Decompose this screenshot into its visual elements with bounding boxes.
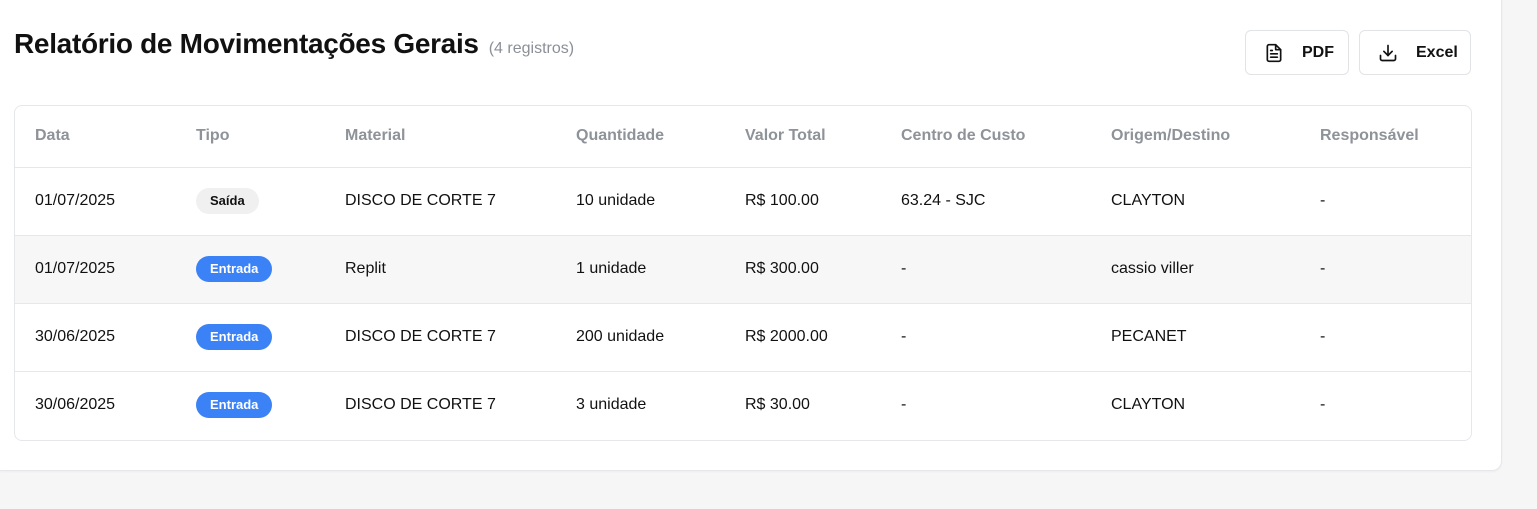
cell-origem-destino: CLAYTON [1091, 167, 1300, 236]
export-pdf-button[interactable]: PDF [1245, 30, 1349, 75]
cell-tipo: Entrada [176, 371, 325, 439]
cell-material: DISCO DE CORTE 7 [345, 396, 496, 414]
table-row[interactable]: 01/07/2025 Entrada Replit 1 unidade R$ 3… [15, 235, 1471, 304]
cell-centro-de-custo: - [901, 396, 907, 414]
column-header-quantidade[interactable]: Quantidade [556, 106, 725, 168]
export-pdf-label: PDF [1302, 43, 1334, 61]
cell-quantidade: 10 unidade [556, 167, 725, 236]
cell-valor-total: R$ 30.00 [745, 396, 810, 414]
cell-material: DISCO DE CORTE 7 [325, 303, 556, 372]
cell-valor-total: R$ 100.00 [725, 167, 881, 236]
page-title: Relatório de Movimentações Gerais [14, 28, 479, 59]
column-header-tipo[interactable]: Tipo [176, 106, 325, 168]
export-excel-button[interactable]: Excel [1359, 30, 1471, 75]
type-badge-saida: Saída [196, 188, 259, 214]
column-header-origem-destino[interactable]: Origem/Destino [1091, 106, 1300, 168]
cell-centro-de-custo: 63.24 - SJC [881, 167, 1091, 236]
cell-origem-destino: PECANET [1091, 303, 1300, 372]
movements-table-container: Data Tipo Material Quantidade Valor Tota… [14, 105, 1472, 441]
column-header-centro-de-custo[interactable]: Centro de Custo [881, 106, 1091, 168]
cell-tipo: Saída [176, 167, 325, 236]
type-badge-entrada: Entrada [196, 392, 273, 419]
cell-quantidade: 1 unidade [556, 235, 725, 304]
column-header-data[interactable]: Data [15, 106, 176, 168]
cell-data: 30/06/2025 [35, 396, 116, 414]
movements-table: Data Tipo Material Quantidade Valor Tota… [15, 106, 1471, 439]
record-count: (4 registros) [488, 40, 575, 57]
cell-responsavel: - [1300, 303, 1471, 372]
report-card: Relatório de Movimentações Gerais (4 reg… [0, 0, 1502, 471]
report-header: Relatório de Movimentações Gerais (4 reg… [14, 28, 574, 60]
cell-quantidade: 200 unidade [556, 303, 725, 372]
cell-quantidade: 3 unidade [576, 396, 647, 414]
export-excel-label: Excel [1416, 43, 1458, 61]
cell-responsavel: - [1300, 235, 1471, 304]
table-row[interactable]: 30/06/2025 Entrada DISCO DE CORTE 7 3 un… [15, 371, 1471, 439]
cell-valor-total: R$ 2000.00 [725, 303, 881, 372]
cell-valor-total: R$ 300.00 [725, 235, 881, 304]
export-actions: PDF Excel [1245, 30, 1471, 75]
cell-data: 01/07/2025 [15, 167, 176, 236]
cell-origem-destino: cassio viller [1091, 235, 1300, 304]
column-header-valor-total[interactable]: Valor Total [725, 106, 881, 168]
cell-centro-de-custo: - [881, 303, 1091, 372]
type-badge-entrada: Entrada [196, 324, 273, 350]
cell-responsavel: - [1300, 167, 1471, 236]
column-header-responsavel[interactable]: Responsável [1300, 106, 1471, 168]
cell-tipo: Entrada [176, 235, 325, 304]
table-row[interactable]: 01/07/2025 Saída DISCO DE CORTE 7 10 uni… [15, 167, 1471, 236]
cell-material: DISCO DE CORTE 7 [325, 167, 556, 236]
column-header-material[interactable]: Material [325, 106, 556, 168]
download-icon [1378, 43, 1398, 63]
cell-responsavel: - [1320, 396, 1326, 414]
cell-data: 01/07/2025 [15, 235, 176, 304]
cell-centro-de-custo: - [881, 235, 1091, 304]
cell-material: Replit [325, 235, 556, 304]
cell-origem-destino: CLAYTON [1111, 396, 1186, 414]
type-badge-entrada: Entrada [196, 256, 273, 282]
table-header-row: Data Tipo Material Quantidade Valor Tota… [15, 106, 1471, 168]
file-text-icon [1264, 43, 1284, 63]
cell-data: 30/06/2025 [15, 303, 176, 372]
cell-tipo: Entrada [176, 303, 325, 372]
table-row[interactable]: 30/06/2025 Entrada DISCO DE CORTE 7 200 … [15, 303, 1471, 372]
